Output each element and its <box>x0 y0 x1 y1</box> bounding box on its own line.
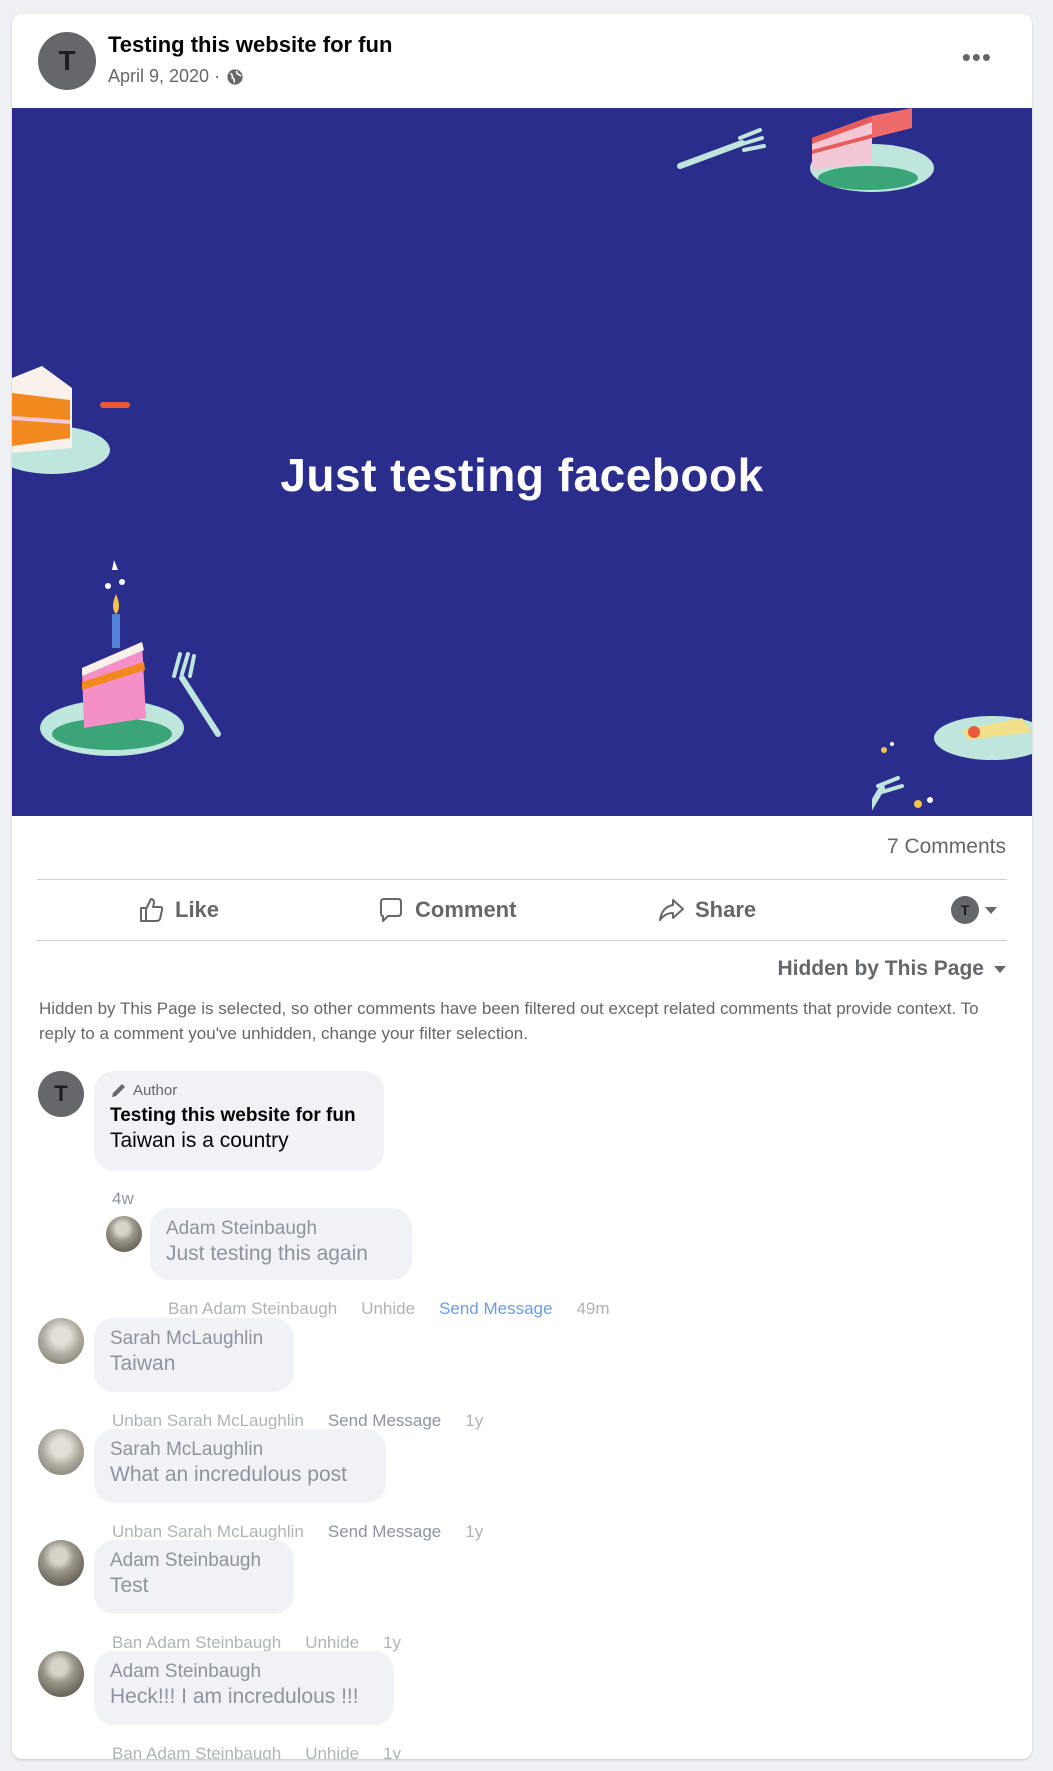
ban-user-link[interactable]: Ban Adam Steinbaugh <box>112 1744 281 1759</box>
comment-time[interactable]: 1y <box>465 1522 483 1542</box>
comment-avatar[interactable] <box>38 1429 84 1475</box>
comment-label: Comment <box>415 897 517 922</box>
ban-user-link[interactable]: Ban Adam Steinbaugh <box>112 1633 281 1653</box>
pencil-icon <box>112 1084 125 1097</box>
comment-time[interactable]: 1y <box>383 1744 401 1759</box>
chevron-down-icon <box>994 965 1006 973</box>
send-message-link[interactable]: Send Message <box>439 1299 552 1319</box>
author-badge: Author <box>110 1081 368 1099</box>
comment-text: Taiwan is a country <box>110 1129 289 1152</box>
comment-author-name[interactable]: Sarah McLaughlin <box>110 1439 370 1461</box>
comment-text: Just testing this again <box>166 1242 368 1265</box>
more-options-button[interactable]: ••• <box>962 44 992 70</box>
unhide-link[interactable]: Unhide <box>361 1299 415 1319</box>
comment-author-name[interactable]: Sarah McLaughlin <box>110 1328 278 1350</box>
comment-author-name[interactable]: Testing this website for fun <box>110 1105 368 1127</box>
post-meta: April 9, 2020 · <box>108 66 244 87</box>
audience-selector[interactable]: T <box>951 896 997 924</box>
cake-slice-top-right-illustration <box>677 108 934 192</box>
comment-avatar[interactable] <box>38 1540 84 1586</box>
comment-bubble: Sarah McLaughlin Taiwan <box>94 1318 294 1392</box>
comment-time[interactable]: 49m <box>576 1299 609 1319</box>
author-badge-label: Author <box>133 1081 178 1099</box>
comment-author-name[interactable]: Adam Steinbaugh <box>110 1550 278 1572</box>
share-label: Share <box>695 897 757 922</box>
comment-avatar[interactable]: T <box>38 1071 84 1117</box>
post-author-name[interactable]: Testing this website for fun <box>108 32 392 58</box>
banner-text: Just testing facebook <box>280 449 764 501</box>
comment-text: Test <box>110 1574 149 1597</box>
comment-time[interactable]: 1y <box>383 1633 401 1653</box>
comment-actions: Ban Adam Steinbaugh Unhide 1y <box>112 1633 401 1653</box>
birthday-cake-illustration <box>40 560 221 756</box>
unban-user-link[interactable]: Unban Sarah McLaughlin <box>112 1411 304 1431</box>
comment-time[interactable]: 1y <box>465 1411 483 1431</box>
like-button[interactable]: Like <box>137 880 219 940</box>
comment-avatar[interactable] <box>38 1651 84 1697</box>
plate-bottom-right-illustration <box>872 716 1032 811</box>
comment-avatar[interactable] <box>38 1318 84 1364</box>
post-card: T Testing this website for fun April 9, … <box>12 14 1032 1759</box>
comment-time[interactable]: 4w <box>112 1189 134 1209</box>
comment-filter-dropdown[interactable]: Hidden by This Page <box>777 957 1006 981</box>
comment-actions: Ban Adam Steinbaugh Unhide Send Message … <box>168 1299 610 1319</box>
post-header: T Testing this website for fun April 9, … <box>12 14 1032 107</box>
comment-actions: Unban Sarah McLaughlin Send Message 1y <box>112 1522 483 1542</box>
thumbs-up-icon <box>140 898 164 922</box>
unhide-link[interactable]: Unhide <box>305 1744 359 1759</box>
comment-text: Taiwan <box>110 1352 176 1375</box>
share-button[interactable]: Share <box>657 880 756 940</box>
unhide-link[interactable]: Unhide <box>305 1633 359 1653</box>
audience-avatar: T <box>951 896 979 924</box>
share-arrow-icon <box>659 899 684 921</box>
post-date[interactable]: April 9, 2020 · <box>108 66 220 87</box>
comment-bubble: Adam Steinbaugh Heck!!! I am incredulous… <box>94 1651 394 1725</box>
comment-text: What an incredulous post <box>110 1463 347 1486</box>
comment-bubble: Author Testing this website for fun Taiw… <box>94 1071 384 1171</box>
comment-avatar[interactable] <box>106 1216 142 1252</box>
divider <box>37 940 1007 941</box>
send-message-link[interactable]: Send Message <box>328 1522 441 1542</box>
comment-text: Heck!!! I am incredulous !!! <box>110 1685 359 1708</box>
filter-label: Hidden by This Page <box>777 957 984 980</box>
comment-bubble: Adam Steinbaugh Just testing this again <box>150 1208 412 1280</box>
chevron-down-icon <box>985 906 997 914</box>
send-message-link[interactable]: Send Message <box>328 1411 441 1431</box>
comment-actions: Ban Adam Steinbaugh Unhide 1y <box>112 1744 401 1759</box>
like-label: Like <box>175 897 220 922</box>
comment-bubble: Adam Steinbaugh Test <box>94 1540 294 1614</box>
unban-user-link[interactable]: Unban Sarah McLaughlin <box>112 1522 304 1542</box>
comment-author-name[interactable]: Adam Steinbaugh <box>110 1661 378 1683</box>
filter-note: Hidden by This Page is selected, so othe… <box>39 999 979 1043</box>
action-bar: Like Comment Share T <box>37 880 1007 940</box>
comment-button[interactable]: Comment <box>377 880 516 940</box>
comments-count[interactable]: 7 Comments <box>887 835 1006 859</box>
comment-actions: Unban Sarah McLaughlin Send Message 1y <box>112 1411 483 1431</box>
comment-bubble-icon <box>380 898 402 922</box>
comment-actions: 4w <box>112 1189 134 1209</box>
comment-author-name[interactable]: Adam Steinbaugh <box>166 1218 396 1240</box>
post-banner[interactable]: Just testing facebook <box>12 108 1032 816</box>
globe-icon[interactable] <box>226 68 244 86</box>
comment-bubble: Sarah McLaughlin What an incredulous pos… <box>94 1429 386 1503</box>
page-avatar[interactable]: T <box>38 32 96 90</box>
ban-user-link[interactable]: Ban Adam Steinbaugh <box>168 1299 337 1319</box>
